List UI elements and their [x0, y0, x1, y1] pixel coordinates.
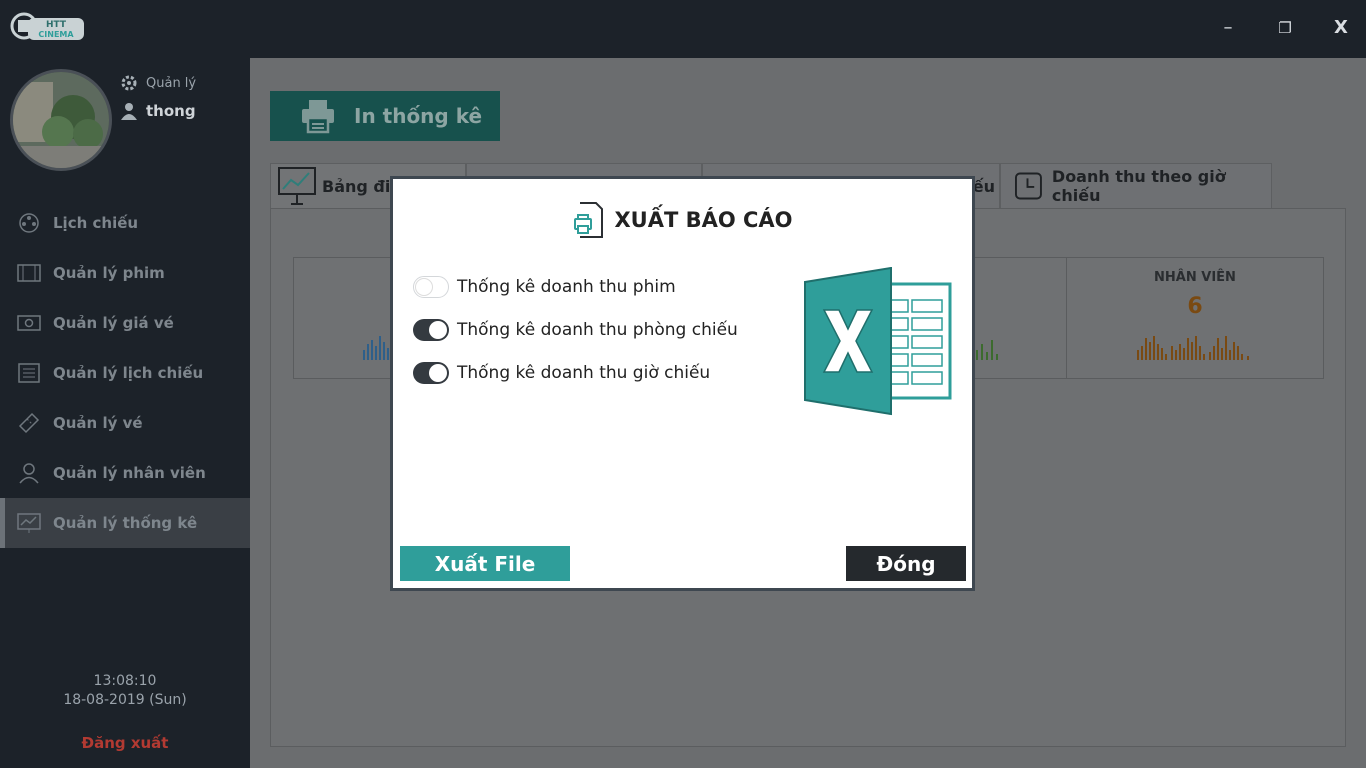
option-hour-revenue[interactable]: Thống kê doanh thu giờ chiếu	[413, 362, 710, 384]
toggle-switch-on[interactable]	[413, 362, 449, 384]
user-role-line: Quản lý	[120, 74, 196, 92]
user-name-line: thong	[120, 102, 196, 120]
sidebar-item-quan-ly-thong-ke[interactable]: Quản lý thống kê	[0, 498, 250, 548]
ticket-icon	[16, 412, 42, 434]
chart-board-icon	[278, 167, 316, 205]
dialog-title: XUẤT BÁO CÁO	[393, 201, 972, 239]
option-label: Thống kê doanh thu phim	[457, 277, 676, 297]
clock-icon	[1015, 172, 1042, 200]
sparkline-chart	[976, 340, 998, 360]
sidebar-item-label: Lịch chiếu	[53, 214, 139, 232]
print-stats-button[interactable]: In thống kê	[270, 91, 500, 141]
card-title: NHÂN VIÊN	[1154, 270, 1236, 285]
sidebar-item-quan-ly-phim[interactable]: Quản lý phim	[0, 248, 250, 298]
sidebar-item-label: Quản lý phim	[53, 264, 165, 282]
card-value: 6	[1187, 294, 1203, 319]
option-label: Thống kê doanh thu phòng chiếu	[457, 320, 738, 340]
money-icon	[16, 312, 42, 334]
option-film-revenue[interactable]: Thống kê doanh thu phim	[413, 276, 676, 298]
dialog-title-text: XUẤT BÁO CÁO	[614, 208, 793, 232]
film-strip-icon	[16, 262, 42, 284]
close-dialog-button[interactable]: Đóng	[846, 546, 966, 581]
minimize-button[interactable]: –	[1213, 14, 1243, 42]
restore-button[interactable]: ❐	[1270, 14, 1300, 42]
sidebar-item-label: Quản lý thống kê	[53, 514, 198, 532]
user-name: thong	[146, 102, 196, 120]
app-logo: HTT CINEMA	[10, 6, 90, 46]
option-room-revenue[interactable]: Thống kê doanh thu phòng chiếu	[413, 319, 738, 341]
sidebar: Quản lý thong Lịch chiếu Quản lý phim Qu…	[0, 58, 250, 768]
clock-date: 18-08-2019 (Sun)	[63, 692, 187, 708]
tab-hour-revenue[interactable]: Doanh thu theo giờ chiếu	[1000, 163, 1272, 209]
toggle-switch-on[interactable]	[413, 319, 449, 341]
schedule-list-icon	[16, 362, 42, 384]
sidebar-item-quan-ly-nhan-vien[interactable]: Quản lý nhân viên	[0, 448, 250, 498]
document-print-icon	[574, 202, 604, 238]
sidebar-item-label: Quản lý nhân viên	[53, 464, 206, 482]
user-role: Quản lý	[146, 75, 197, 91]
sparkline-chart	[363, 336, 389, 360]
stat-card-employees: NHÂN VIÊN 6	[1066, 257, 1324, 379]
export-file-button[interactable]: Xuất File	[400, 546, 570, 581]
user-icon	[16, 462, 42, 484]
gear-icon	[121, 75, 137, 91]
sparkline-chart	[1137, 336, 1249, 360]
sidebar-item-label: Quản lý giá vé	[53, 314, 174, 332]
svg-text:HTT: HTT	[46, 20, 67, 30]
tab-label: Doanh thu theo giờ chiếu	[1051, 167, 1226, 205]
printer-icon	[302, 100, 334, 134]
sidebar-item-quan-ly-gia-ve[interactable]: Quản lý giá vé	[0, 298, 250, 348]
export-report-dialog: XUẤT BÁO CÁO Thống kê doanh thu phim Thố…	[390, 176, 975, 591]
sidebar-item-label: Quản lý vé	[53, 414, 143, 432]
sidebar-item-quan-ly-ve[interactable]: Quản lý vé	[0, 398, 250, 448]
close-window-button[interactable]: X	[1326, 14, 1356, 42]
film-reel-icon	[16, 212, 42, 234]
sidebar-item-lich-chieu[interactable]: Lịch chiếu	[0, 198, 250, 248]
chart-board-icon	[16, 512, 42, 534]
sidebar-item-quan-ly-lich-chieu[interactable]: Quản lý lịch chiếu	[0, 348, 250, 398]
sidebar-item-label: Quản lý lịch chiếu	[53, 364, 204, 382]
toggle-switch-off[interactable]	[413, 276, 449, 298]
option-label: Thống kê doanh thu giờ chiếu	[457, 363, 711, 383]
print-stats-label: In thống kê	[354, 104, 483, 128]
clock-time: 13:08:10	[93, 673, 157, 689]
avatar	[10, 69, 112, 171]
logout-link[interactable]: Đăng xuất	[0, 734, 250, 752]
user-icon	[121, 103, 137, 120]
excel-icon	[804, 267, 952, 416]
svg-text:CINEMA: CINEMA	[38, 30, 74, 39]
title-bar: HTT CINEMA – ❐ X	[0, 0, 1366, 58]
